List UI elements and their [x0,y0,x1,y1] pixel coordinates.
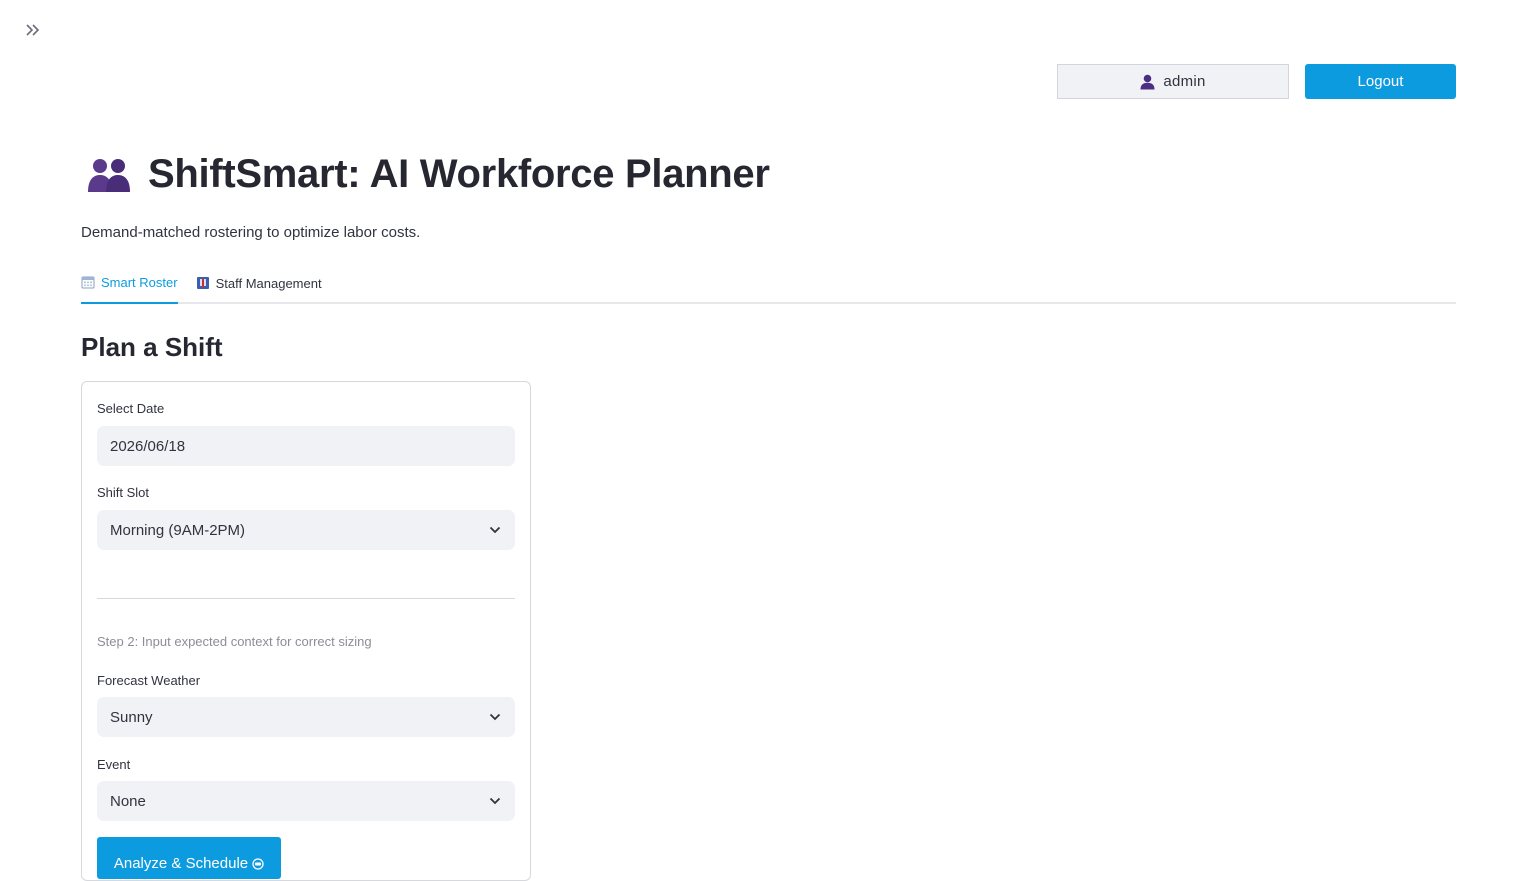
expand-sidebar-button[interactable] [22,20,44,40]
tab-smart-roster[interactable]: Smart Roster [81,266,178,304]
step-caption: Step 2: Input expected context for corre… [97,634,372,649]
user-icon [1140,74,1155,89]
date-input[interactable]: 2026/06/18 [97,426,515,466]
page-header: ShiftSmart: AI Workforce Planner [86,152,770,197]
weather-value: Sunny [110,708,153,726]
shift-slot-label: Shift Slot [97,485,150,500]
users-icon [88,158,130,192]
user-name: admin [1163,73,1206,90]
date-value: 2026/06/18 [110,437,186,455]
event-label: Event [97,757,131,772]
section-title: Plan a Shift [81,332,223,362]
weather-select[interactable]: Sunny [97,697,515,737]
date-label: Select Date [97,401,165,416]
staff-card-icon [196,277,209,289]
page-title: ShiftSmart: AI Workforce Planner [148,152,770,196]
page-subtitle: Demand-matched rostering to optimize lab… [81,224,421,241]
logout-button[interactable]: Logout [1305,64,1456,99]
chevron-down-icon [489,526,501,534]
event-value: None [110,792,146,810]
tab-bar: Smart Roster Staff Management [81,266,1456,304]
chevron-down-icon [489,713,501,721]
user-badge: admin [1057,64,1289,99]
chevron-down-icon [489,797,501,805]
shift-form: Select Date 2026/06/18 Shift Slot Mornin… [81,381,531,881]
event-select[interactable]: None [97,781,515,821]
analyze-schedule-button[interactable]: Analyze & Schedule [97,837,281,879]
shift-slot-value: Morning (9AM-2PM) [110,521,246,539]
double-chevron-right-icon [26,24,40,36]
tab-label: Smart Roster [101,274,178,290]
shift-slot-select[interactable]: Morning (9AM-2PM) [97,510,515,550]
calendar-icon [81,276,95,289]
divider [97,598,515,599]
tab-label: Staff Management [215,275,322,291]
tab-staff-management[interactable]: Staff Management [196,266,322,304]
weather-label: Forecast Weather [97,673,201,688]
